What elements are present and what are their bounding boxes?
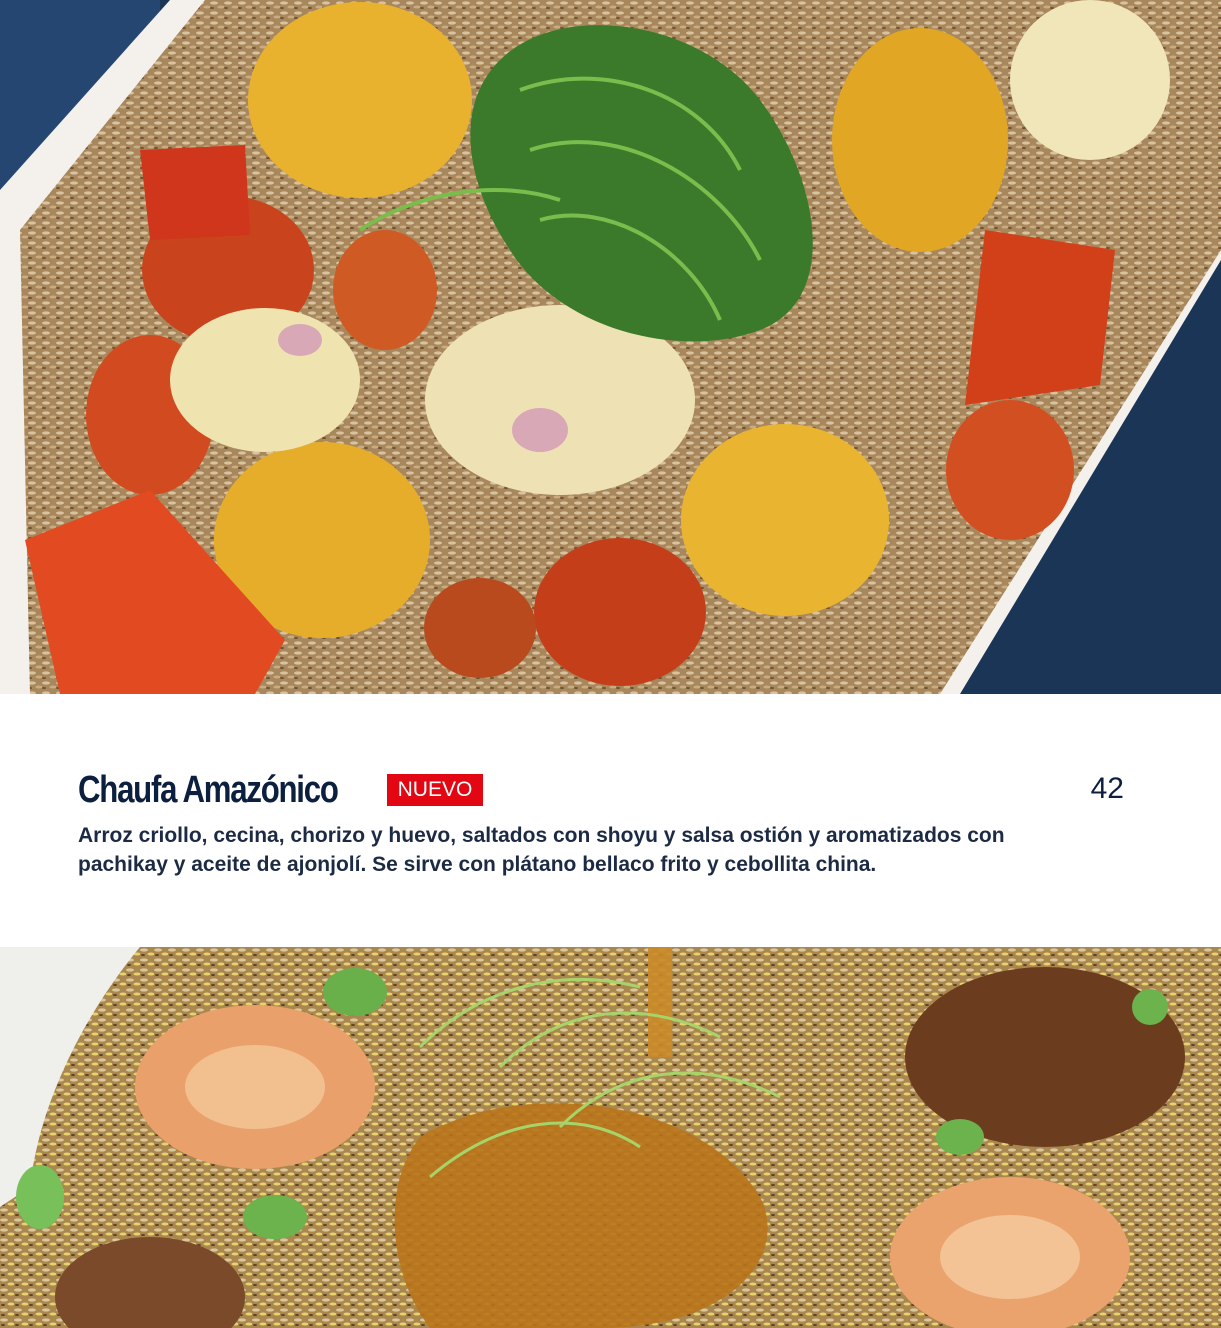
menu-item: Chaufa Amazónico NUEVO 42 Arroz criollo,… [78, 762, 1138, 879]
dish-photo-illustration [0, 0, 1221, 694]
menu-item-title: Chaufa Amazónico [78, 768, 339, 811]
menu-item-header: Chaufa Amazónico NUEVO [78, 762, 1138, 818]
menu-item-price: 42 [1090, 772, 1124, 805]
menu-item-description: Arroz criollo, cecina, chorizo y huevo, … [78, 824, 1005, 876]
dish-photo-chaufa-amazonico [0, 0, 1221, 694]
new-badge: NUEVO [386, 774, 484, 806]
dish-photo-illustration-2 [0, 947, 1221, 1328]
dish-photo-next-item [0, 947, 1221, 1328]
